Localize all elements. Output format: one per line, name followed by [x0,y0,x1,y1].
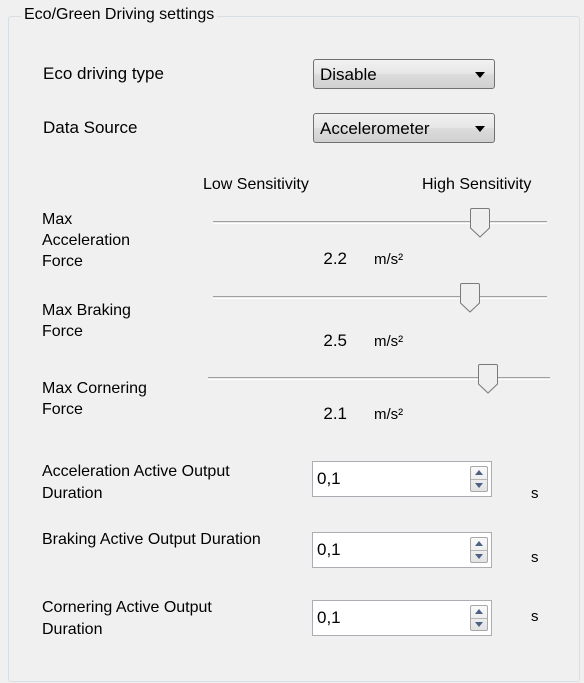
max-braking-force-slider-thumb[interactable] [459,283,481,313]
acceleration-duration-label: Acceleration Active Output Duration [42,463,230,502]
max-acceleration-force-unit: m/s² [374,251,404,268]
chevron-down-icon [475,126,485,132]
braking-duration-label: Braking Active Output Duration [42,531,261,548]
eco-driving-type-label: Eco driving type [43,64,164,83]
cornering-duration-spinbox[interactable]: 0,1 [312,600,492,636]
eco-driving-type-value: Disable [320,65,377,84]
acceleration-duration-spin-buttons[interactable] [470,466,488,492]
spin-down-arrow-icon[interactable] [475,554,483,559]
max-braking-force-unit: m/s² [374,333,404,350]
max-braking-force-value: 2.5 [323,331,347,350]
eco-driving-type-dropdown[interactable]: Disable [313,59,495,89]
data-source-label: Data Source [43,118,138,137]
spin-up-arrow-icon[interactable] [475,541,483,546]
spin-down-arrow-icon[interactable] [475,483,483,488]
spin-down-arrow-icon[interactable] [475,622,483,627]
max-cornering-force-unit: m/s² [374,406,404,423]
chevron-down-icon [475,72,485,78]
spin-up-arrow-icon[interactable] [475,609,483,614]
max-cornering-force-label: Max Cornering Force [42,380,147,418]
max-braking-force-label: Max Braking Force [42,302,131,340]
max-cornering-force-slider[interactable] [208,364,550,394]
max-acceleration-force-slider[interactable] [213,208,547,238]
max-cornering-force-value: 2.1 [323,404,347,423]
data-source-value: Accelerometer [320,119,430,138]
cornering-duration-label: Cornering Active Output Duration [42,599,212,638]
low-sensitivity-label: Low Sensitivity [203,176,309,193]
max-acceleration-force-slider-thumb[interactable] [469,208,491,238]
acceleration-duration-value: 0,1 [317,469,341,488]
cornering-duration-value: 0,1 [317,608,341,627]
braking-duration-unit: s [531,549,539,566]
high-sensitivity-label: High Sensitivity [422,176,532,193]
braking-duration-spin-buttons[interactable] [470,537,488,563]
acceleration-duration-spinbox[interactable]: 0,1 [312,461,492,497]
braking-duration-spinbox[interactable]: 0,1 [312,532,492,568]
cornering-duration-spin-buttons[interactable] [470,605,488,631]
cornering-duration-unit: s [531,608,539,625]
data-source-dropdown[interactable]: Accelerometer [313,113,495,143]
groupbox-title: Eco/Green Driving settings [21,6,218,24]
braking-duration-value: 0,1 [317,540,341,559]
max-acceleration-force-label: Max Acceleration Force [42,211,131,270]
max-acceleration-force-value: 2.2 [323,249,347,268]
acceleration-duration-unit: s [531,485,539,502]
max-braking-force-slider[interactable] [213,283,547,313]
spin-up-arrow-icon[interactable] [475,470,483,475]
max-cornering-force-slider-thumb[interactable] [477,364,499,394]
